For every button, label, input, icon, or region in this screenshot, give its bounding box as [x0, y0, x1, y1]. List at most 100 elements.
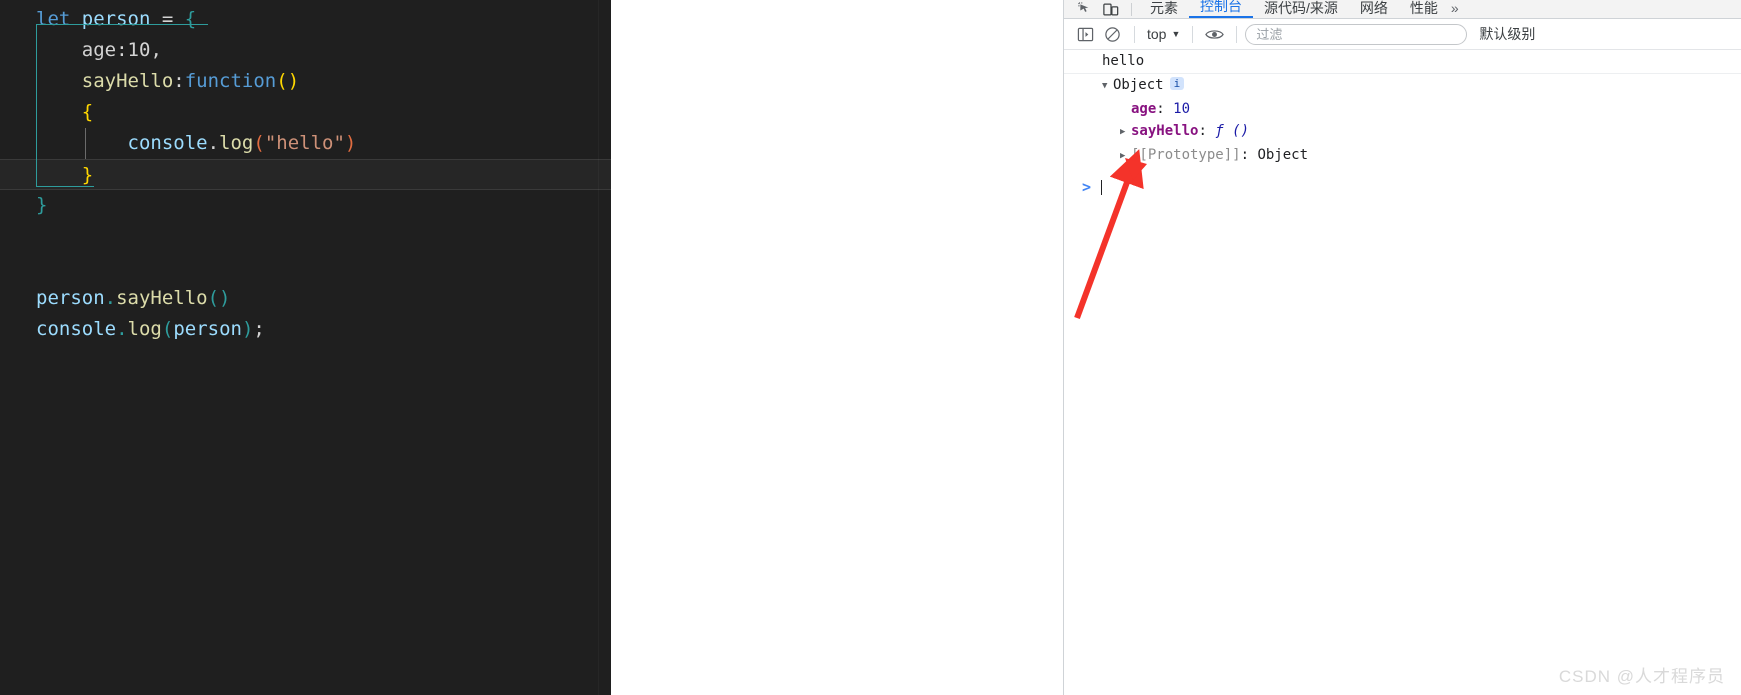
toolbar-divider-3 [1236, 25, 1238, 43]
code-token: person [36, 287, 105, 309]
clear-console-icon[interactable] [1099, 21, 1126, 48]
code-token: : [173, 70, 185, 92]
code-token: log [127, 318, 162, 340]
toolbar-divider-2 [1192, 25, 1194, 43]
console-sidebar-toggle-icon[interactable] [1072, 21, 1099, 48]
log-level-select[interactable]: 默认级别 [1479, 24, 1535, 44]
code-token: , [150, 39, 162, 61]
editor-minimap-seam [598, 0, 599, 695]
code-editor-panel[interactable]: let person = { age:10, sayHello:function… [0, 0, 611, 695]
more-tabs-button[interactable]: » [1449, 0, 1465, 18]
object-property-age: age: 10 [1064, 98, 1741, 120]
chevron-right-icon[interactable]: ▶ [1120, 121, 1131, 143]
console-output[interactable]: hello ▼ Object i age: 10 ▶ sayHello: ƒ () ▶… [1064, 50, 1741, 694]
browser-page-viewport[interactable] [611, 0, 1063, 695]
property-key: age [1131, 101, 1157, 117]
property-separator: : [1240, 147, 1258, 163]
code-token: . [207, 132, 220, 154]
tab-sources[interactable]: 源代码/来源 [1253, 1, 1349, 18]
code-token: () [276, 70, 300, 92]
devtools-panel[interactable]: 元素 控制台 源代码/来源 网络 性能 » top ▼ 过滤 默认级别 hell… [1063, 0, 1741, 695]
code-token: () [207, 287, 231, 309]
chevron-down-icon[interactable]: ▼ [1102, 75, 1113, 97]
code-token: person [173, 318, 242, 340]
log-level-label: 默认级别 [1479, 26, 1536, 42]
code-token: console [36, 318, 117, 340]
line-close-brace-obj[interactable]: } [36, 190, 611, 221]
property-value: Object [1257, 147, 1309, 163]
console-message-log: hello [1064, 50, 1741, 74]
code-token: { [184, 8, 197, 30]
code-token: : [116, 39, 128, 61]
line-call-sayhello[interactable]: person.sayHello() [36, 283, 611, 314]
line-console-log-person[interactable]: console.log(person); [36, 314, 611, 345]
property-separator: : [1198, 123, 1216, 139]
code-token: function [184, 70, 277, 92]
devtools-tab-strip[interactable]: 元素 控制台 源代码/来源 网络 性能 » [1064, 0, 1741, 19]
code-lines-container[interactable]: let person = { age:10, sayHello:function… [0, 0, 611, 345]
execution-context-select[interactable]: top ▼ [1143, 26, 1184, 42]
code-token: ; [253, 318, 265, 340]
prompt-caret-icon: > [1082, 178, 1092, 196]
object-label: Object [1113, 77, 1164, 93]
chevron-down-icon: ▼ [1171, 29, 1181, 39]
object-property-prototype[interactable]: ▶ [[Prototype]]: Object [1064, 144, 1741, 168]
code-token: person [81, 8, 151, 30]
code-token: sayHello [116, 287, 208, 309]
tab-console[interactable]: 控制台 [1189, 0, 1253, 18]
device-toolbar-icon[interactable] [1098, 0, 1124, 18]
tab-elements[interactable]: 元素 [1139, 1, 1189, 18]
eye-icon[interactable] [1201, 21, 1228, 48]
bracket-scope-guide-bottom [36, 186, 94, 187]
execution-context-label: top [1147, 26, 1167, 42]
console-filter-input[interactable] [1245, 23, 1468, 45]
console-toolbar[interactable]: top ▼ 默认级别 [1064, 19, 1741, 50]
line-blank-1[interactable] [36, 221, 611, 252]
object-property-sayhello[interactable]: ▶ sayHello: ƒ () [1064, 120, 1741, 144]
line-console-log-hello[interactable]: console.log("hello") [36, 128, 611, 159]
code-token: sayHello [81, 70, 174, 92]
line-let-person[interactable]: let person = { [36, 4, 611, 35]
screenshot-root: let person = { age:10, sayHello:function… [0, 0, 1741, 695]
code-token: ) [344, 132, 357, 154]
property-key: [[Prototype]] [1131, 147, 1241, 163]
info-badge-icon[interactable]: i [1169, 77, 1185, 90]
chevron-right-icon[interactable]: ▶ [1120, 145, 1131, 167]
property-value: 10 [1173, 101, 1191, 117]
bracket-scope-guide [36, 24, 37, 186]
console-object-root[interactable]: ▼ Object i [1064, 74, 1741, 98]
code-token: log [219, 132, 254, 154]
code-token: } [81, 164, 94, 186]
tab-performance[interactable]: 性能 [1399, 1, 1449, 18]
code-token: . [104, 287, 117, 309]
bracket-scope-guide-top [36, 24, 208, 25]
line-blank-2[interactable] [36, 252, 611, 283]
property-separator: : [1156, 101, 1174, 117]
code-token: 10 [127, 39, 151, 61]
code-token: ( [161, 318, 174, 340]
console-prompt[interactable]: > [1064, 176, 1741, 198]
line-age[interactable]: age:10, [36, 35, 611, 66]
tabstrip-divider [1131, 3, 1132, 16]
code-token: age [81, 39, 117, 61]
tab-network[interactable]: 网络 [1349, 1, 1399, 18]
watermark: CSDN @人才程序员 [1558, 667, 1725, 686]
inspect-element-icon[interactable] [1072, 0, 1098, 18]
code-token: { [81, 101, 94, 123]
indent-guide [85, 128, 86, 159]
code-token: ( [253, 132, 265, 154]
code-token: ) [241, 318, 254, 340]
line-open-brace[interactable]: { [36, 97, 611, 128]
toolbar-divider-1 [1134, 25, 1135, 43]
property-value: ƒ () [1215, 123, 1250, 139]
text-cursor [1101, 179, 1103, 195]
line-sayhello-def[interactable]: sayHello:function() [36, 66, 611, 97]
property-key: sayHello [1131, 123, 1199, 139]
